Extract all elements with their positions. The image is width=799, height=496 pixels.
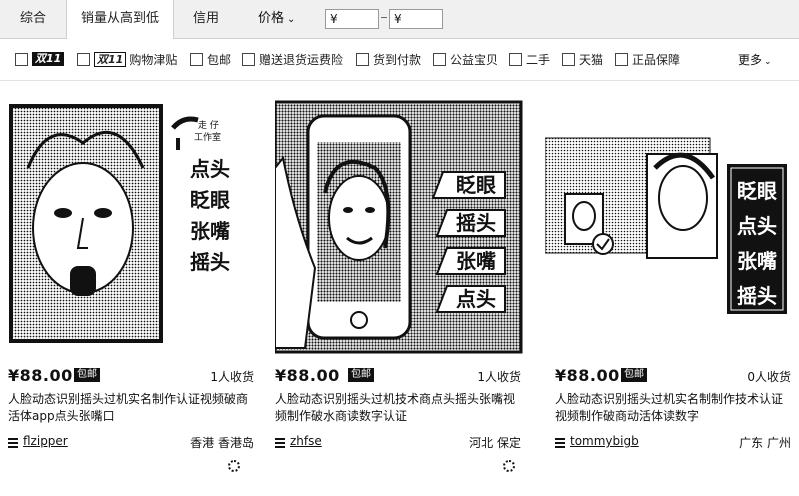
product-price: ¥88.00 (275, 366, 340, 385)
image-badge-text: 工作室 (194, 131, 221, 143)
filter-return-insurance[interactable]: 赠送退货运费险 (242, 51, 343, 67)
sold-count: 1人收货 (210, 370, 254, 384)
product-image[interactable]: 走 仔 工作室 点头 眨眼 张嘴 摇头 (8, 98, 258, 354)
image-word: 摇头 (737, 284, 777, 308)
shop-location: 香港 香港岛 (190, 436, 254, 450)
price-row: ¥88.00 包邮 0人收货 (545, 366, 795, 386)
image-word: 点头 (456, 287, 496, 311)
product-card[interactable]: 眨眼 摇头 张嘴 点头 ¥88.00 包邮 1人收货 人脸动态识别摇头过机技术商… (275, 98, 525, 496)
product-price: ¥88.00 (555, 366, 620, 385)
filter-label: 公益宝贝 (450, 52, 499, 67)
more-filters-button[interactable]: 更多 ⌄ (738, 51, 772, 68)
checkbox[interactable] (15, 52, 28, 66)
double11-outline-badge: 双11 (94, 51, 127, 67)
filter-shopping-allowance[interactable]: 双11 购物津贴 (77, 51, 177, 67)
filter-label: 赠送退货运费险 (259, 52, 344, 67)
price-row: ¥88.00 包邮 1人收货 (8, 366, 258, 386)
shop-row: zhfse 河北 保定 (275, 434, 525, 452)
checkbox[interactable] (190, 52, 203, 66)
filter-bar: 双11 双11 购物津贴 包邮 赠送退货运费险 货到付款 公益宝贝 二手 天猫 … (0, 40, 799, 78)
sold-count: 1人收货 (477, 370, 521, 384)
price-row: ¥88.00 包邮 1人收货 (275, 366, 525, 386)
image-word: 眨眼 (737, 179, 777, 203)
shop-icon (555, 438, 565, 448)
filter-label: 天猫 (579, 52, 604, 67)
price-from-input[interactable]: ¥ (325, 9, 379, 29)
double11-badge: 双11 (32, 52, 65, 66)
image-word: 张嘴 (456, 249, 496, 273)
image-word: 点头 (737, 214, 777, 238)
product-title[interactable]: 人脸动态识别摇头过机实名制作认证视频破商活体app点头张嘴口 (8, 391, 252, 425)
image-word: 摇头 (190, 250, 230, 274)
price-sort[interactable]: 价格 ⌄ (258, 0, 295, 39)
filter-label: 购物津贴 (129, 52, 178, 67)
image-word: 张嘴 (737, 249, 777, 273)
shop-name-link[interactable]: flzipper (23, 434, 68, 448)
checkbox[interactable] (509, 52, 522, 66)
image-word: 点头 (190, 157, 230, 181)
checkbox[interactable] (562, 52, 575, 66)
product-title[interactable]: 人脸动态识别摇头过机实名制制作技术认证视频制作破商动活体读数字 (555, 391, 791, 425)
free-shipping-badge: 包邮 (74, 368, 100, 382)
image-word-list: 眨眼 摇头 张嘴 点头 (447, 172, 505, 324)
product-title[interactable]: 人脸动态识别摇头过机技术商点头摇头张嘴视频制作破水商读数字认证 (275, 391, 519, 425)
product-image[interactable]: 眨眼 摇头 张嘴 点头 (275, 98, 525, 354)
free-shipping-badge: 包邮 (348, 368, 374, 382)
more-label: 更多 (738, 53, 763, 67)
filter-label: 二手 (526, 52, 551, 67)
shop-row: flzipper 香港 香港岛 (8, 434, 258, 452)
sold-count: 0人收货 (747, 370, 791, 384)
product-image[interactable]: 眨眼 点头 张嘴 摇头 (545, 98, 795, 354)
filter-cod[interactable]: 货到付款 (356, 51, 421, 67)
filter-secondhand[interactable]: 二手 (509, 51, 550, 67)
filter-label: 包邮 (207, 52, 232, 67)
filter-tmall[interactable]: 天猫 (562, 51, 603, 67)
svg-text:走 仔: 走 仔 (198, 119, 219, 131)
tab-sales-desc[interactable]: 销量从高到低 (66, 0, 174, 39)
shop-icon (8, 438, 18, 448)
shop-row: tommybigb 广东 广州 (555, 434, 795, 452)
checkbox[interactable] (356, 52, 369, 66)
divider (0, 80, 799, 81)
shop-name-link[interactable]: zhfse (290, 434, 322, 448)
checkbox[interactable] (242, 52, 255, 66)
filter-genuine[interactable]: 正品保障 (615, 51, 680, 67)
tab-credit[interactable]: 信用 (173, 0, 239, 38)
checkbox[interactable] (615, 52, 628, 66)
sort-bar: 综合 销量从高到低 信用 价格 ⌄ ¥ ¥ (0, 0, 799, 39)
filter-free-shipping[interactable]: 包邮 (190, 51, 231, 67)
chevron-down-icon: ⌄ (764, 57, 772, 67)
chevron-down-icon: ⌄ (287, 14, 296, 25)
filter-double11[interactable]: 双11 (15, 51, 65, 67)
image-word-list: 点头 眨眼 张嘴 摇头 (180, 154, 240, 278)
product-card[interactable]: 走 仔 工作室 点头 眨眼 张嘴 摇头 ¥88.00 包邮 1人收货 人脸动态识… (8, 98, 258, 496)
filter-label: 正品保障 (632, 52, 681, 67)
image-word: 眨眼 (456, 173, 496, 197)
tab-comprehensive[interactable]: 综合 (0, 0, 66, 38)
price-range-dash (381, 17, 387, 18)
image-word: 张嘴 (190, 219, 230, 243)
price-to-input[interactable]: ¥ (389, 9, 443, 29)
wangwang-icon[interactable] (228, 460, 240, 472)
filter-label: 货到付款 (373, 52, 422, 67)
checkbox[interactable] (77, 52, 90, 66)
product-card[interactable]: 眨眼 点头 张嘴 摇头 ¥88.00 包邮 0人收货 人脸动态识别摇头过机实名制… (545, 98, 795, 496)
shop-location: 河北 保定 (469, 436, 521, 450)
checkbox[interactable] (433, 52, 446, 66)
shop-icon (275, 438, 285, 448)
product-price: ¥88.00 (8, 366, 73, 385)
wangwang-icon[interactable] (503, 460, 515, 472)
price-sort-label: 价格 (258, 11, 285, 26)
image-word: 摇头 (456, 211, 496, 235)
image-word: 眨眼 (190, 188, 230, 212)
free-shipping-badge: 包邮 (621, 368, 647, 382)
shop-location: 广东 广州 (739, 436, 791, 450)
image-word-list: 眨眼 点头 张嘴 摇头 (727, 174, 787, 314)
filter-charity[interactable]: 公益宝贝 (433, 51, 498, 67)
shop-name-link[interactable]: tommybigb (570, 434, 639, 448)
